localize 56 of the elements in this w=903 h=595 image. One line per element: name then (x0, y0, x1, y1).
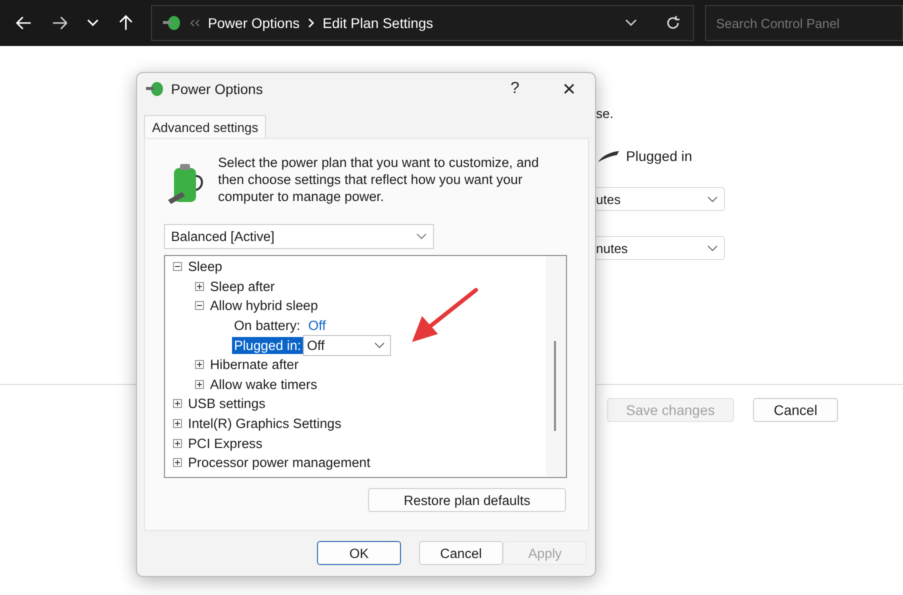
address-field[interactable]: Power Options Edit Plan Settings (150, 5, 694, 41)
chevrons-icon (190, 19, 200, 27)
tree-item[interactable]: Allow hybrid sleep (210, 298, 318, 314)
breadcrumb-separator-icon (308, 18, 315, 28)
setting-dropdown[interactable]: Off (303, 334, 392, 356)
setting-label[interactable]: Plugged in: (232, 336, 304, 354)
back-icon[interactable] (16, 16, 32, 30)
power-options-icon (162, 14, 182, 32)
expand-icon[interactable] (195, 360, 204, 370)
tree-item[interactable]: Allow wake timers (210, 376, 318, 392)
forward-icon[interactable] (52, 16, 68, 30)
tree-item[interactable]: Hibernate after (210, 357, 299, 372)
expand-icon[interactable] (173, 438, 182, 448)
close-button[interactable]: ✕ (545, 73, 593, 105)
expand-icon[interactable] (173, 419, 182, 428)
setting-label[interactable]: On battery: (232, 317, 302, 334)
column-header: Plugged in (626, 148, 692, 164)
breadcrumb-item[interactable]: Power Options (208, 15, 300, 31)
power-options-icon (145, 80, 165, 98)
restore-defaults-button[interactable]: Restore plan defaults (368, 488, 566, 512)
help-button[interactable]: ? (491, 73, 539, 105)
chevron-down-icon (707, 196, 718, 202)
up-arrow-icon[interactable] (119, 15, 133, 31)
collapse-icon[interactable] (195, 301, 204, 310)
tree-item[interactable]: Sleep after (210, 278, 275, 294)
cancel-button[interactable]: Cancel (419, 541, 503, 565)
collapse-icon[interactable] (173, 262, 182, 272)
battery-plug-icon (166, 162, 206, 206)
description-text: se. (596, 106, 614, 123)
expand-icon[interactable] (195, 380, 204, 389)
expand-icon[interactable] (173, 458, 182, 468)
chevron-down-icon (374, 342, 386, 349)
chevron-down-icon (707, 244, 718, 252)
tab[interactable]: Advanced settings (144, 115, 266, 138)
plan-dropdown[interactable]: Balanced [Active] (164, 224, 434, 249)
tree-item[interactable]: Sleep (188, 259, 222, 274)
dropdown[interactable]: nutes (596, 236, 725, 260)
dropdown[interactable]: utes (596, 187, 725, 211)
power-plug-icon (596, 148, 620, 164)
cancel-button[interactable]: Cancel (752, 398, 838, 422)
window-title: Power Options (171, 81, 263, 97)
refresh-icon[interactable] (665, 15, 681, 31)
expand-icon[interactable] (173, 399, 182, 408)
scrollbar[interactable] (546, 256, 566, 477)
tree-item[interactable]: Processor power management (188, 455, 370, 470)
description-text: Select the power plan that you want to customize, and then choose settings that reflect how you want your computer to manage power. (218, 154, 540, 205)
setting-value-link[interactable]: Off (308, 318, 326, 334)
ok-button[interactable]: OK (317, 541, 401, 565)
chevron-down-icon[interactable] (625, 19, 637, 27)
tree-item[interactable]: USB settings (188, 396, 266, 412)
expand-icon[interactable] (195, 282, 204, 291)
tree-item[interactable]: PCI Express (188, 436, 262, 451)
breadcrumb-item[interactable]: Edit Plan Settings (322, 15, 434, 31)
tree-item[interactable]: Intel(R) Graphics Settings (188, 416, 342, 432)
search-field[interactable]: Search Control Panel (705, 5, 903, 41)
chevron-down-icon (416, 233, 427, 240)
